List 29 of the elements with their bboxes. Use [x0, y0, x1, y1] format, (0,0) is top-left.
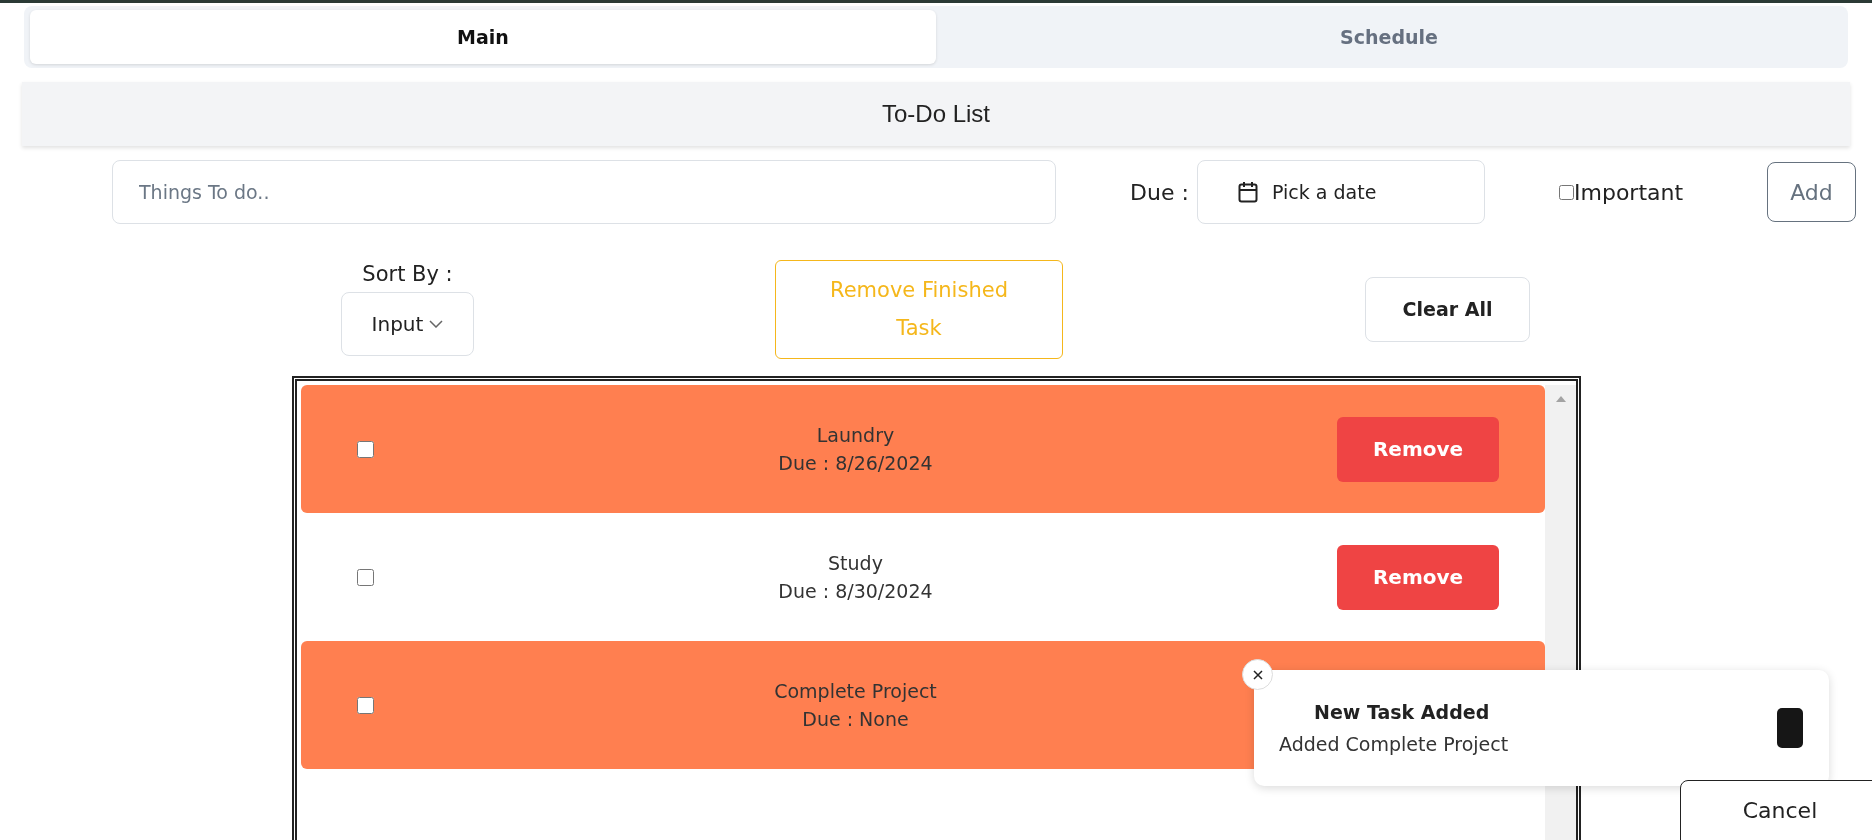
remove-button[interactable]: Remove	[1337, 416, 1499, 482]
important-checkbox[interactable]	[1559, 184, 1574, 200]
toast-status-icon	[1777, 708, 1803, 748]
task-name: Study	[828, 552, 883, 574]
task-due-date: Due : 8/30/2024	[778, 580, 933, 602]
task-checkbox[interactable]	[357, 696, 374, 714]
sort-dropdown[interactable]: Input	[341, 292, 474, 356]
calendar-icon	[1238, 181, 1258, 203]
important-label: Important	[1574, 179, 1684, 205]
page-title: To-Do List	[881, 100, 990, 128]
clear-all-button[interactable]: Clear All	[1365, 276, 1530, 342]
sort-by-label: Sort By :	[362, 262, 453, 286]
tab[interactable]: Schedule	[936, 10, 1842, 64]
toast-title: New Task Added	[1314, 701, 1491, 723]
task-due-date: Due : 8/26/2024	[778, 452, 933, 474]
task-checkbox[interactable]	[357, 568, 374, 586]
remove-button[interactable]: Remove	[1337, 544, 1499, 610]
chevron-down-icon	[429, 320, 444, 328]
task-name: Complete Project	[774, 680, 937, 702]
task-checkbox[interactable]	[357, 440, 374, 458]
task-due-date: Due : None	[802, 708, 909, 730]
add-button[interactable]: Add	[1767, 162, 1856, 222]
cancel-button[interactable]: Cancel	[1680, 780, 1872, 840]
date-picker-button[interactable]: Pick a date	[1197, 160, 1485, 224]
due-label: Due :	[1130, 179, 1190, 205]
tab[interactable]: Main	[30, 10, 936, 64]
task-input-field[interactable]: Things To do..	[112, 160, 1056, 224]
toast-message: Added Complete Project	[1279, 733, 1510, 755]
task-name: Laundry	[816, 424, 895, 446]
